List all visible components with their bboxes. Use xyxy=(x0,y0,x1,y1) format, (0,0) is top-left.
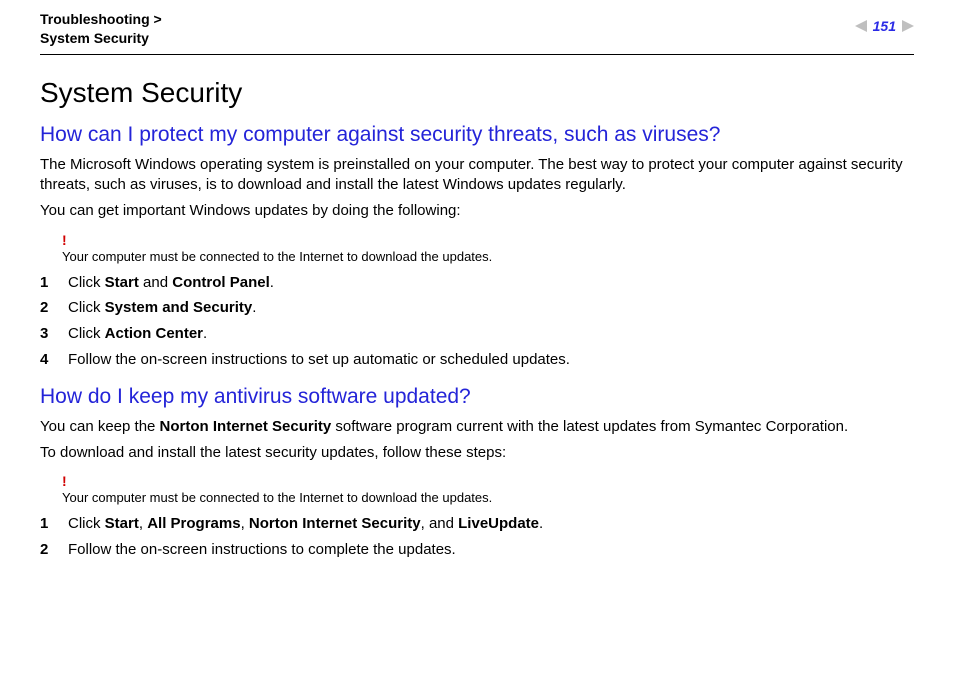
list-item: Click Start and Control Panel. xyxy=(40,272,914,294)
page-title: System Security xyxy=(40,77,914,109)
section1-note-text: Your computer must be connected to the I… xyxy=(62,249,492,264)
page-header: Troubleshooting > System Security 151 xyxy=(40,10,914,55)
content: System Security How can I protect my com… xyxy=(40,55,914,561)
breadcrumb: Troubleshooting > System Security xyxy=(40,10,162,48)
section2-p2: To download and install the latest secur… xyxy=(40,443,914,463)
section2-note: ! Your computer must be connected to the… xyxy=(62,473,914,505)
section1-note: ! Your computer must be connected to the… xyxy=(62,232,914,264)
page-number: 151 xyxy=(873,18,896,34)
prev-page-icon[interactable] xyxy=(855,20,867,32)
list-item: Follow the on-screen instructions to set… xyxy=(40,349,914,371)
warning-icon: ! xyxy=(62,473,914,489)
list-item: Click Action Center. xyxy=(40,323,914,345)
section1-p1: The Microsoft Windows operating system i… xyxy=(40,155,914,196)
list-item: Click System and Security. xyxy=(40,297,914,319)
pager: 151 xyxy=(855,10,914,34)
section1-heading: How can I protect my computer against se… xyxy=(40,123,914,147)
section1-p2: You can get important Windows updates by… xyxy=(40,201,914,221)
section1-steps: Click Start and Control Panel. Click Sys… xyxy=(40,272,914,371)
list-item: Click Start, All Programs, Norton Intern… xyxy=(40,513,914,535)
next-page-icon[interactable] xyxy=(902,20,914,32)
list-item: Follow the on-screen instructions to com… xyxy=(40,539,914,561)
section2-note-text: Your computer must be connected to the I… xyxy=(62,490,492,505)
warning-icon: ! xyxy=(62,232,914,248)
section2-steps: Click Start, All Programs, Norton Intern… xyxy=(40,513,914,561)
section2-heading: How do I keep my antivirus software upda… xyxy=(40,385,914,409)
breadcrumb-bottom: System Security xyxy=(40,29,162,48)
section2-p1: You can keep the Norton Internet Securit… xyxy=(40,417,914,437)
breadcrumb-top: Troubleshooting > xyxy=(40,10,162,29)
